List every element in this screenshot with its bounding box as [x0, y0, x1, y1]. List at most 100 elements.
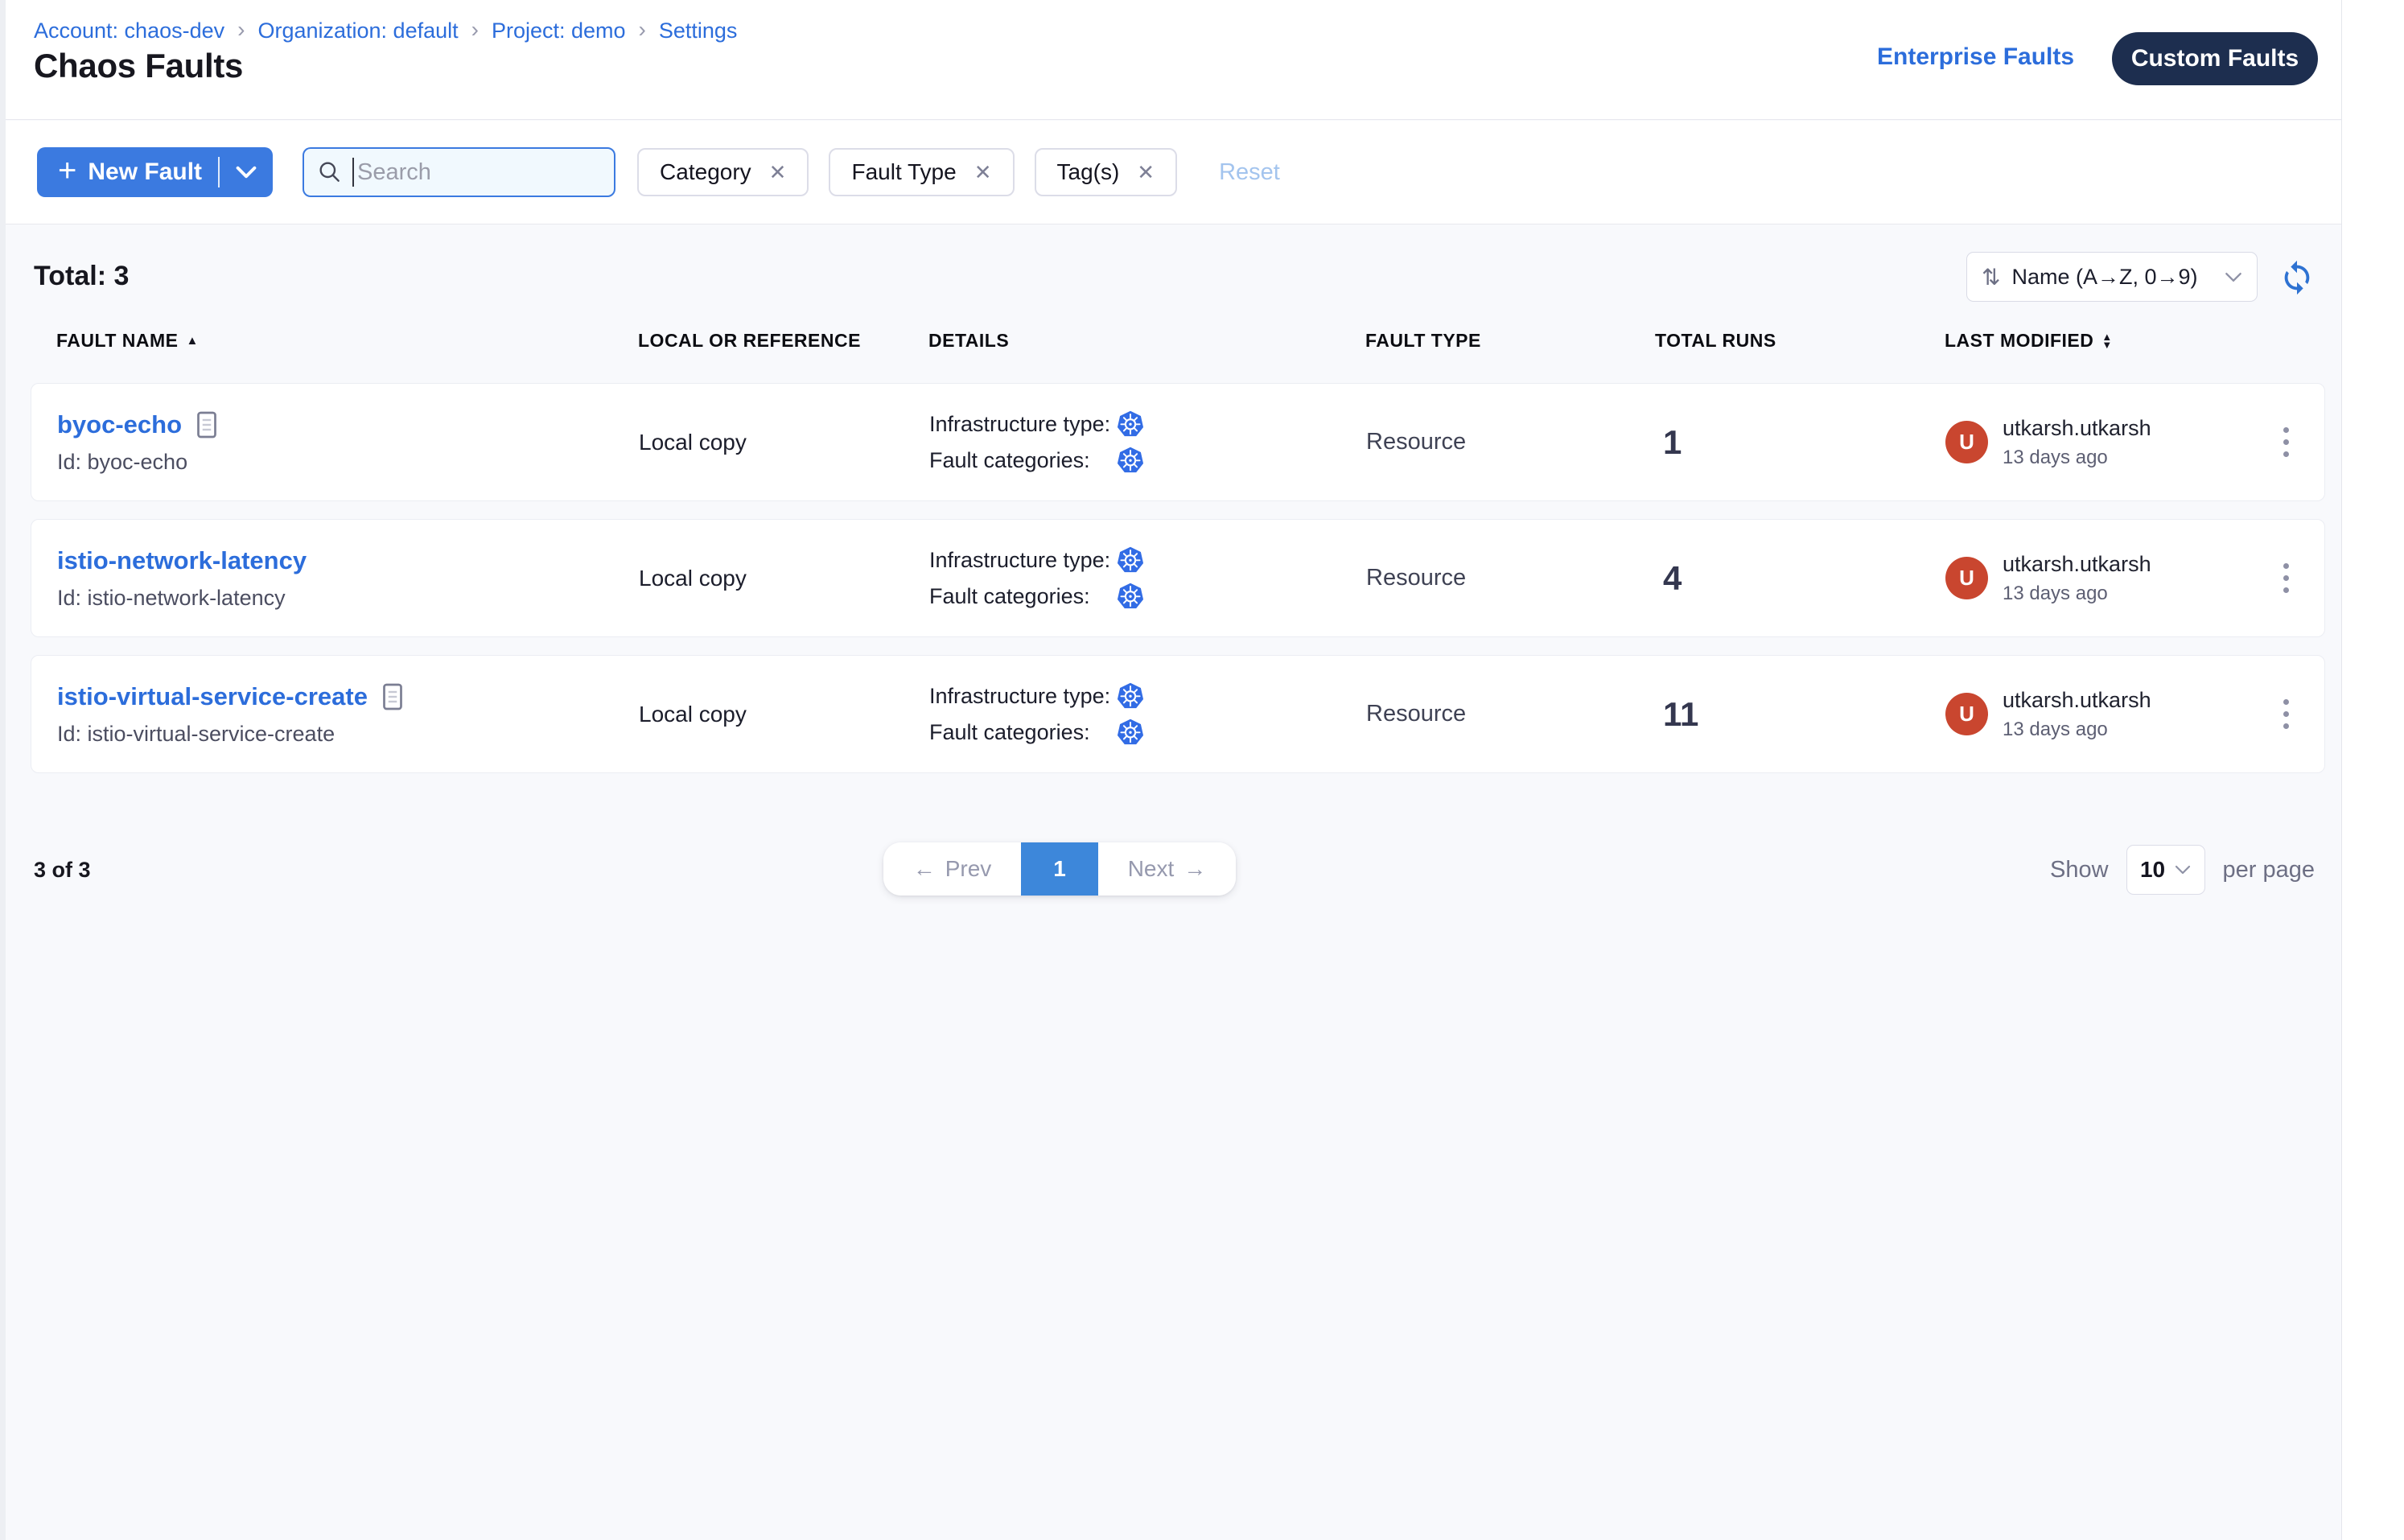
sort-arrows-icon: ⇅: [1982, 264, 2000, 290]
column-label: FAULT NAME: [56, 330, 179, 352]
search-icon: [317, 159, 343, 185]
modified-time: 13 days ago: [2003, 583, 2151, 605]
close-icon[interactable]: ✕: [769, 162, 787, 183]
manifest-doc-icon[interactable]: [195, 410, 219, 439]
kubernetes-icon: [1116, 546, 1145, 574]
faults-table: byoc-echo Id: byoc-echo Local copy Infra…: [31, 383, 2325, 791]
per-page-label: per page: [2223, 857, 2315, 883]
breadcrumb-settings-link[interactable]: Settings: [659, 19, 738, 43]
prev-page-button[interactable]: ← Prev: [883, 842, 1021, 896]
column-last-modified[interactable]: LAST MODIFIED ▲ ▼: [1945, 330, 2247, 352]
toolbar: + New Fault Category ✕ Fault Type ✕: [0, 121, 2341, 224]
row-menu-button[interactable]: [2275, 691, 2297, 737]
page-title: Chaos Faults: [34, 47, 243, 85]
refresh-icon: [2278, 259, 2315, 296]
column-label: TOTAL RUNS: [1655, 330, 1776, 352]
last-modified-cell: U utkarsh.utkarsh 13 days ago: [1945, 552, 2248, 605]
fault-name-cell: byoc-echo Id: byoc-echo: [57, 410, 639, 475]
sort-both-icon: ▲ ▼: [2101, 333, 2112, 349]
manifest-doc-icon[interactable]: [381, 682, 405, 711]
fault-name-link[interactable]: istio-network-latency: [57, 546, 307, 575]
plus-icon: +: [58, 154, 76, 187]
filter-chip-fault-type[interactable]: Fault Type ✕: [829, 148, 1014, 196]
enterprise-faults-link[interactable]: Enterprise Faults: [1877, 43, 2074, 71]
filter-chip-label: Category: [660, 159, 751, 185]
right-side-rail: [2341, 0, 2404, 1540]
fault-name-link[interactable]: byoc-echo: [57, 410, 182, 439]
fault-type-cell: Resource: [1366, 429, 1656, 455]
chevron-down-icon[interactable]: [236, 166, 257, 179]
breadcrumb-separator-icon: ›: [237, 17, 245, 43]
filter-chip-category[interactable]: Category ✕: [637, 148, 809, 196]
last-modified-cell: U utkarsh.utkarsh 13 days ago: [1945, 416, 2248, 469]
modified-time: 13 days ago: [2003, 447, 2151, 469]
pagination-summary: 3 of 3: [34, 858, 91, 883]
local-or-reference-cell: Local copy: [639, 566, 929, 591]
table-row[interactable]: istio-virtual-service-create Id: istio-v…: [31, 655, 2325, 773]
sort-value: Name (A→Z, 0→9): [2011, 265, 2213, 290]
filter-chip-label: Tag(s): [1057, 159, 1120, 185]
fault-categories-label: Fault categories:: [929, 584, 1116, 609]
search-box[interactable]: [303, 147, 615, 197]
row-menu-button[interactable]: [2275, 419, 2297, 465]
details-cell: Infrastructure type: Fault categories:: [929, 546, 1366, 611]
table-row[interactable]: byoc-echo Id: byoc-echo Local copy Infra…: [31, 383, 2325, 501]
infrastructure-type-label: Infrastructure type:: [929, 548, 1116, 573]
fault-id: Id: istio-network-latency: [57, 586, 639, 611]
faults-list-section: Total: 3 ⇅ Name (A→Z, 0→9) FAULT NAME ▲ …: [0, 225, 2341, 1540]
page-1-button[interactable]: 1: [1021, 842, 1098, 896]
page-size-control: Show 10 per page: [2050, 845, 2315, 895]
breadcrumb-account-link[interactable]: Account: chaos-dev: [34, 19, 224, 43]
modified-by-user: utkarsh.utkarsh: [2003, 552, 2151, 577]
kubernetes-icon: [1116, 446, 1145, 475]
kubernetes-icon: [1116, 582, 1145, 611]
filter-chip-label: Fault Type: [851, 159, 956, 185]
reset-filters-button[interactable]: Reset: [1219, 159, 1280, 186]
column-label: LAST MODIFIED: [1945, 330, 2093, 352]
total-runs-cell: 4: [1656, 559, 1945, 598]
fault-name-cell: istio-network-latency Id: istio-network-…: [57, 546, 639, 611]
kubernetes-icon: [1116, 718, 1145, 747]
last-modified-cell: U utkarsh.utkarsh 13 days ago: [1945, 688, 2248, 741]
next-label: Next: [1128, 856, 1175, 882]
column-label: LOCAL OR REFERENCE: [638, 330, 861, 352]
breadcrumb-project-link[interactable]: Project: demo: [492, 19, 626, 43]
arrow-left-icon: ←: [913, 856, 936, 882]
column-label: FAULT TYPE: [1365, 330, 1481, 352]
avatar: U: [1945, 421, 1988, 463]
refresh-button[interactable]: [2278, 259, 2315, 296]
local-or-reference-cell: Local copy: [639, 430, 929, 455]
chevron-down-icon: [2225, 272, 2242, 282]
page-size-select[interactable]: 10: [2126, 845, 2205, 895]
column-fault-type: FAULT TYPE: [1365, 330, 1655, 352]
next-page-button[interactable]: Next →: [1098, 842, 1236, 896]
column-fault-name[interactable]: FAULT NAME ▲: [56, 330, 638, 352]
search-input[interactable]: [357, 159, 601, 186]
column-local-or-reference: LOCAL OR REFERENCE: [638, 330, 928, 352]
new-fault-label: New Fault: [88, 159, 202, 186]
new-fault-button[interactable]: + New Fault: [37, 147, 273, 197]
modified-by-user: utkarsh.utkarsh: [2003, 416, 2151, 441]
sort-asc-icon: ▲: [187, 335, 199, 347]
fault-categories-label: Fault categories:: [929, 720, 1116, 745]
breadcrumb-separator-icon: ›: [639, 17, 646, 43]
modified-by-user: utkarsh.utkarsh: [2003, 688, 2151, 713]
fault-name-link[interactable]: istio-virtual-service-create: [57, 682, 368, 711]
total-runs-cell: 1: [1656, 423, 1945, 462]
kubernetes-icon: [1116, 410, 1145, 439]
modified-time: 13 days ago: [2003, 719, 2151, 741]
table-header-row: FAULT NAME ▲ LOCAL OR REFERENCE DETAILS …: [56, 330, 2325, 352]
total-count: Total: 3: [34, 261, 129, 292]
breadcrumb: Account: chaos-dev › Organization: defau…: [34, 18, 737, 43]
custom-faults-button[interactable]: Custom Faults: [2112, 32, 2318, 85]
local-or-reference-cell: Local copy: [639, 702, 929, 727]
fault-categories-label: Fault categories:: [929, 448, 1116, 473]
sort-dropdown[interactable]: ⇅ Name (A→Z, 0→9): [1966, 252, 2258, 302]
row-menu-button[interactable]: [2275, 555, 2297, 601]
filter-chip-tags[interactable]: Tag(s) ✕: [1035, 148, 1178, 196]
breadcrumb-organization-link[interactable]: Organization: default: [257, 19, 458, 43]
close-icon[interactable]: ✕: [1137, 162, 1155, 183]
close-icon[interactable]: ✕: [974, 162, 992, 183]
table-row[interactable]: istio-network-latency Id: istio-network-…: [31, 519, 2325, 637]
column-details: DETAILS: [928, 330, 1365, 352]
